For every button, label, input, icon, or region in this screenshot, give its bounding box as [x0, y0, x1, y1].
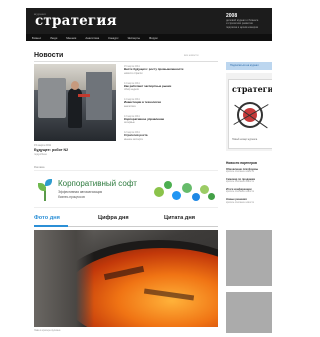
flower [192, 193, 200, 201]
divider [34, 61, 218, 62]
subscribe-button[interactable]: Подписаться на журнал [226, 62, 272, 70]
flower [200, 185, 209, 194]
photo-of-day-image[interactable] [34, 230, 218, 327]
plant-icon [38, 177, 52, 201]
magazine-cover-art [231, 98, 271, 136]
flower [182, 183, 192, 193]
partners-news-list: Обновление платформы краткое описание но… [226, 168, 272, 208]
news-list: 15 марта 2011 Вести будущего: росту пром… [124, 65, 216, 148]
header-info: 2008 деловой журнал о бизнесе и стратеги… [226, 13, 270, 29]
header-info-line[interactable]: подписка и архив номеров [226, 26, 270, 29]
nav-item-forum[interactable]: Форум [149, 36, 158, 40]
nav-item-analytics[interactable]: Аналитика [85, 36, 99, 40]
news-list-item[interactable]: 14 марта 2011 Инвестиции в технологии ан… [124, 98, 216, 108]
news-item-text: обзор недели [124, 88, 140, 92]
ad-placeholder[interactable] [226, 230, 272, 286]
page: журнал стратегия 2008 деловой журнал о б… [26, 8, 272, 333]
ad-placeholder[interactable] [226, 292, 272, 333]
news-section-title: Новости [34, 52, 64, 59]
flower [154, 187, 164, 197]
magazine-logo: стратегия [232, 84, 272, 94]
news-item-text: интервью [124, 121, 135, 125]
partners-news-title: Новости партнеров [226, 161, 257, 165]
featured-news-more-link[interactable]: подробнее [34, 153, 47, 156]
photo-machine [38, 78, 66, 118]
subscribe-label: Подписаться на журнал [230, 64, 259, 67]
news-list-item[interactable]: 14 марта 2011 Как работают экспортные ры… [124, 82, 216, 92]
partner-news-item[interactable]: Новые решения краткое описание новости [226, 198, 272, 204]
partner-news-text: краткое описание новости [226, 201, 254, 204]
ad-subtitle: Эффективная автоматизация [58, 190, 103, 194]
magazine-caption: Новый номер журнала [232, 138, 258, 141]
nav-item-experts[interactable]: Эксперты [128, 36, 141, 40]
partner-news-item[interactable]: Семинар по продажам краткое описание нов… [226, 178, 272, 184]
lava-rock [34, 230, 94, 327]
partner-news-text: краткое описание новости [226, 191, 254, 194]
magazine-panel[interactable]: стратегия Новый номер журнала [226, 73, 272, 151]
partner-news-item[interactable]: Обновление платформы краткое описание но… [226, 168, 272, 174]
flower [172, 191, 181, 200]
ad-banner[interactable]: Корпоративный софт Эффективная автоматиз… [34, 170, 218, 208]
nav-item-people[interactable]: Люди [50, 36, 57, 40]
featured-news-title[interactable]: Будущее: робот N2 [34, 148, 68, 152]
ad-subtitle: бизнес-процессов [58, 195, 85, 199]
news-list-item[interactable]: 12 марта 2011 Стратегия роста мнение экс… [124, 131, 216, 141]
nav-item-contest[interactable]: Конкурс [108, 36, 118, 40]
tab-photo-of-day[interactable]: Фото дня [34, 215, 60, 221]
flower [164, 181, 172, 189]
site-logo[interactable]: стратегия [35, 13, 117, 29]
active-tab-indicator [34, 225, 68, 227]
ad-title: Корпоративный софт [58, 179, 137, 188]
partner-news-item[interactable]: Итоги конференции краткое описание новос… [226, 188, 272, 194]
photo-person-head [71, 81, 79, 90]
tab-number-of-day[interactable]: Цифра дня [98, 215, 129, 221]
news-item-text: мнение эксперта [124, 137, 143, 141]
news-item-text: новости отрасли [124, 71, 143, 75]
news-list-item[interactable]: 13 марта 2011 Корпоративное управление и… [124, 115, 216, 125]
main-nav: Бизнес Люди Мнения Аналитика Конкурс Экс… [26, 34, 272, 41]
all-news-link[interactable]: все новости [184, 54, 198, 57]
tab-quote-of-day[interactable]: Цитата дня [164, 215, 195, 221]
photo-tool [78, 94, 90, 97]
ad-label: Реклама [34, 166, 45, 169]
partner-news-text: краткое описание новости [226, 171, 254, 174]
flowers-illustration [152, 177, 216, 205]
flower [208, 193, 215, 200]
nav-item-business[interactable]: Бизнес [32, 36, 41, 40]
plant-leaf [45, 179, 52, 186]
news-item-text: аналитика [124, 104, 136, 108]
featured-news-photo[interactable] [34, 64, 116, 141]
partner-news-text: краткое описание новости [226, 181, 254, 184]
magazine-cover[interactable]: стратегия Новый номер журнала [228, 79, 272, 149]
daily-tabs: Фото дня Цифра дня Цитата дня [34, 215, 218, 227]
nav-item-opinions[interactable]: Мнения [66, 36, 76, 40]
photo-of-day-caption: Лава в кратере вулкана [34, 329, 61, 332]
featured-news-date: 15 марта 2011 [34, 144, 52, 147]
news-list-item[interactable]: 15 марта 2011 Вести будущего: росту пром… [124, 65, 216, 75]
site-header: журнал стратегия 2008 деловой журнал о б… [26, 8, 272, 34]
